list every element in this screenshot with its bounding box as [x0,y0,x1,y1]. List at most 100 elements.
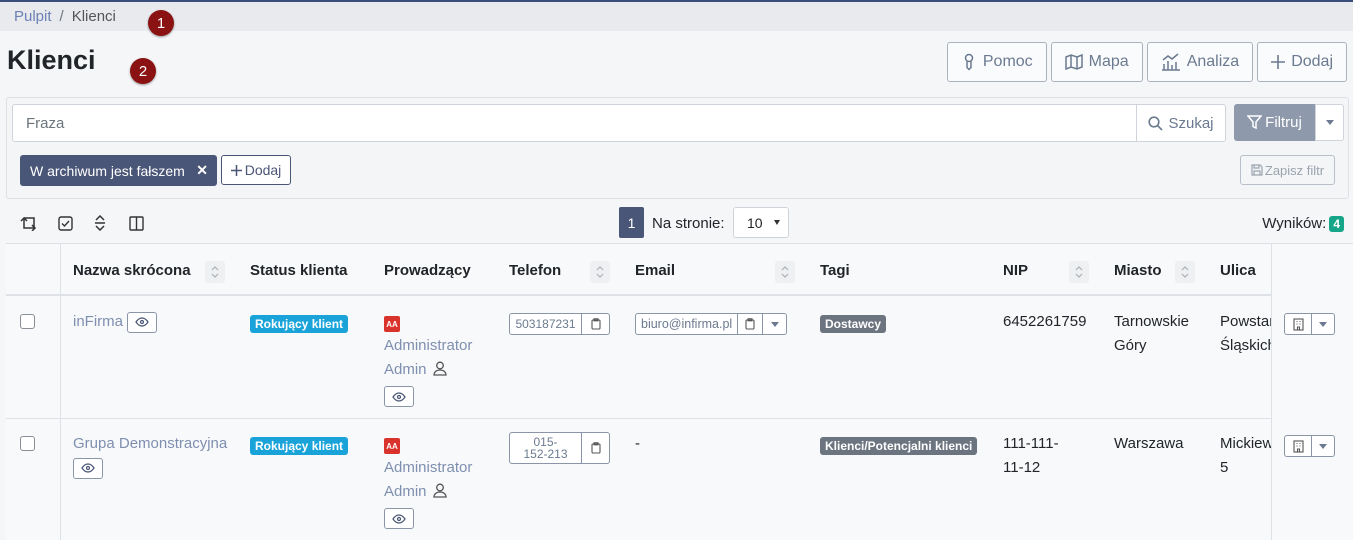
phone-field: 503187231 [509,313,610,335]
row-checkbox[interactable] [20,436,35,451]
per-page-label: Na stronie: [652,215,725,232]
nip-value: 111-111-11-12 [1003,435,1059,476]
breadcrumb-separator: / [59,8,64,25]
search-icon [1148,115,1164,131]
save-filter-button[interactable]: Zapisz filtr [1240,155,1335,185]
results-count: Wyników: 4 [1262,215,1344,232]
eye-icon[interactable] [127,311,158,333]
column-header-street[interactable]: Ulica [1220,262,1256,279]
eye-icon[interactable] [73,457,103,479]
lifebuoy-icon [961,53,977,71]
chevron-down-icon [1319,321,1327,327]
avatar: AA [384,438,400,454]
clipboard-icon[interactable] [582,313,610,335]
sort-icon[interactable] [1175,261,1195,283]
pagination-current-page[interactable]: 1 [619,207,644,238]
client-name: inFirma [73,313,124,330]
add-filter-label: Dodaj [244,162,282,178]
city-value: Tarnowskie Góry [1114,313,1190,354]
row-actions-dropdown[interactable] [1312,435,1335,457]
table-header: Nazwa skrócona Status klienta Prowadzący… [6,244,1353,296]
sort-icon[interactable] [590,261,610,283]
owner-name[interactable]: Administrator Admin [384,334,494,382]
annotation-marker-1: 1 [148,10,174,36]
email-value[interactable]: biuro@infirma.pl [635,313,739,335]
phone-field: 015-152-213 [509,432,610,464]
plus-icon [230,164,242,176]
column-header-owner[interactable]: Prowadzący [384,262,471,279]
phone-value[interactable]: 015-152-213 [509,432,582,464]
row-actions-dropdown[interactable] [1312,313,1335,335]
breadcrumb-home-link[interactable]: Pulpit [14,8,52,25]
swap-columns-icon[interactable] [20,214,38,232]
help-button-label: Pomoc [982,53,1033,70]
client-name-link[interactable]: inFirma [73,310,158,334]
columns-icon[interactable] [127,214,145,232]
chart-icon [1161,53,1181,71]
column-header-status[interactable]: Status klienta [250,262,348,279]
add-filter-button[interactable]: Dodaj [221,155,291,185]
column-header-email[interactable]: Email [635,262,675,279]
building-icon[interactable] [1284,435,1312,457]
column-header-city[interactable]: Miasto [1114,262,1162,279]
clients-table: Nazwa skrócona Status klienta Prowadzący… [6,243,1353,540]
chevron-down-icon [1319,443,1327,449]
search-button-label: Szukaj [1168,114,1214,132]
results-badge: 4 [1329,215,1344,232]
funnel-icon [1247,115,1263,130]
breadcrumb: Pulpit / Klienci [0,2,1353,31]
column-header-nip[interactable]: NIP [1003,262,1028,279]
select-all-icon[interactable] [56,214,74,232]
column-header-name[interactable]: Nazwa skrócona [73,262,191,279]
search-button[interactable]: Szukaj [1136,104,1226,142]
row-checkbox[interactable] [20,314,35,329]
clipboard-icon[interactable] [738,313,764,335]
sort-icon[interactable] [205,261,225,283]
sort-icon[interactable] [1069,261,1089,283]
search-input[interactable] [12,104,1137,142]
per-page-select[interactable]: 10 [733,207,789,238]
page-title: Klienci [7,45,96,75]
avatar: AA [384,316,400,332]
help-button[interactable]: Pomoc [946,42,1047,82]
plus-icon [1271,55,1286,69]
add-client-button[interactable]: Dodaj [1257,42,1347,82]
clipboard-icon[interactable] [582,432,610,464]
analysis-button[interactable]: Analiza [1146,42,1254,82]
sort-icon[interactable] [775,261,795,283]
filter-dropdown-toggle[interactable] [1315,104,1344,141]
filter-button-label: Filtruj [1265,114,1302,131]
analysis-button-label: Analiza [1186,53,1240,70]
expand-rows-icon[interactable] [91,214,109,232]
actions-column [1271,244,1353,540]
remove-filter-icon[interactable]: ✕ [196,162,208,179]
search-filter-panel: Szukaj Filtruj W archiwum jest fałszem ✕… [6,97,1349,199]
owner-name[interactable]: Administrator Admin [384,456,494,504]
building-icon[interactable] [1284,313,1312,335]
owner-name-text: Administrator Admin [384,459,473,500]
phone-value[interactable]: 503187231 [509,313,582,335]
eye-icon[interactable] [384,508,414,529]
eye-icon[interactable] [384,386,414,407]
breadcrumb-current: Klienci [71,8,116,25]
column-header-tags[interactable]: Tagi [820,262,850,279]
email-field: biuro@infirma.pl [635,313,788,335]
filter-button[interactable]: Filtruj [1234,104,1315,141]
results-label: Wyników: [1262,215,1327,232]
client-name: Grupa Demonstracyjna [73,435,228,452]
active-filter-chip: W archiwum jest fałszem ✕ [20,155,217,186]
map-button-label: Mapa [1088,53,1129,70]
city-value: Warszawa [1114,435,1184,452]
tag-badge: Klienci/Potencjalni klienci [820,437,978,455]
table-toolbar: 1 Na stronie: 10 Wyników: 4 [0,203,1353,243]
add-client-button-label: Dodaj [1291,53,1333,70]
email-dropdown-toggle[interactable] [763,313,788,335]
column-header-phone[interactable]: Telefon [509,262,561,279]
owner-name-text: Administrator Admin [384,337,473,378]
chevron-down-icon [1325,120,1334,125]
email-value: - [635,435,640,452]
chevron-down-icon [774,220,780,225]
client-name-link[interactable]: Grupa Demonstracyjna [73,432,233,480]
chevron-down-icon [770,321,779,327]
map-button[interactable]: Mapa [1050,42,1143,82]
